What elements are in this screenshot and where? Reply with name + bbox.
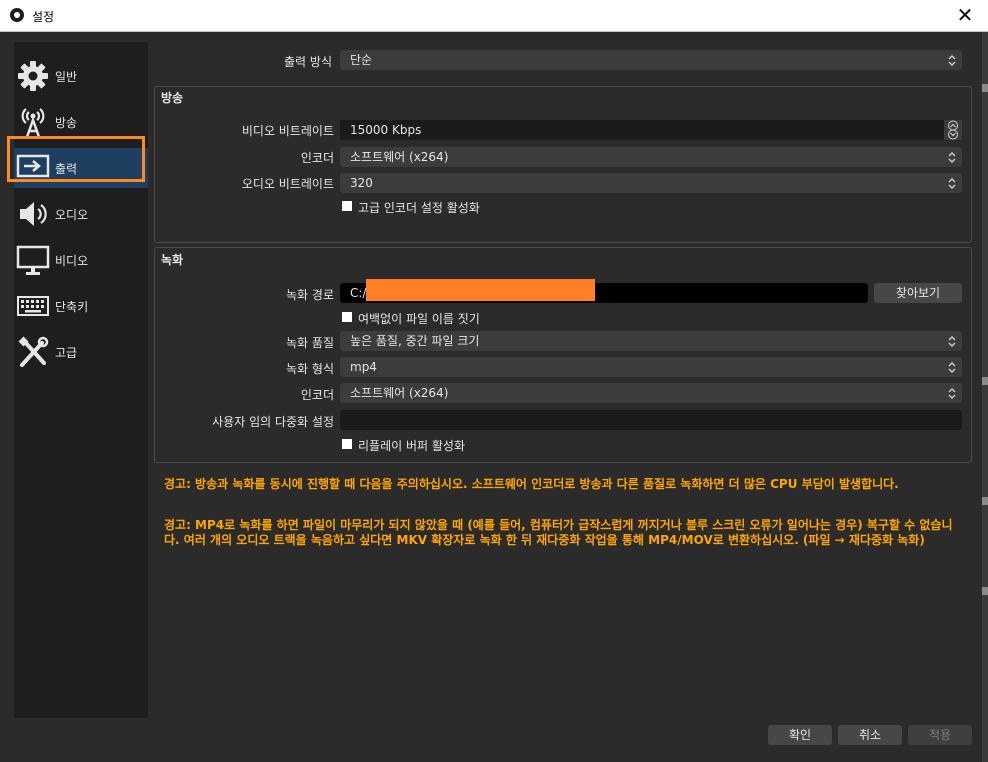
sidebar-item-label: 오디오	[55, 208, 89, 222]
stream-encoder-value: 소프트웨어 (x264)	[350, 150, 449, 164]
edge-marker	[982, 587, 988, 595]
sidebar-item-label: 방송	[55, 116, 78, 130]
sidebar-item-video[interactable]: 비디오	[14, 240, 148, 280]
sidebar-item-label: 출력	[55, 162, 78, 176]
checkbox-label: 여백없이 파일 이름 짓기	[358, 312, 480, 326]
sidebar-item-general[interactable]: 일반	[14, 56, 148, 96]
keyboard-icon	[17, 296, 49, 316]
replay-buffer-checkbox[interactable]: 리플레이 버퍼 활성화	[342, 436, 642, 454]
checkbox-label: 고급 인코더 설정 활성화	[358, 201, 480, 215]
no-space-filename-checkbox[interactable]: 여백없이 파일 이름 짓기	[342, 309, 642, 327]
chevron-updown-icon	[948, 152, 956, 163]
output-icon	[16, 154, 50, 182]
checkbox-box[interactable]	[342, 312, 352, 322]
broadcast-icon	[21, 108, 45, 138]
video-bitrate-label: 비디오 비트레이트	[241, 124, 334, 138]
streaming-group-title: 방송	[161, 91, 184, 105]
warning-text-2: 경고: MP4로 녹화를 하면 파일이 마무리가 되지 않았을 때 (예를 들어…	[164, 518, 953, 547]
edge-marker	[982, 497, 988, 505]
settings-sidebar: 일반 방송 출력 오디오 비디오 단축키 고급	[14, 42, 148, 718]
recording-quality-select[interactable]: 높은 품질, 중간 파일 크기	[340, 331, 962, 351]
monitor-icon	[16, 245, 50, 275]
apply-button[interactable]: 적용	[908, 725, 972, 745]
sidebar-item-advanced[interactable]: 고급	[14, 332, 148, 372]
custom-muxer-input[interactable]	[340, 410, 962, 430]
recording-encoder-value: 소프트웨어 (x264)	[350, 386, 449, 400]
custom-muxer-label: 사용자 임의 다중화 설정	[212, 415, 334, 429]
close-button[interactable]: ✕	[942, 0, 988, 31]
chevron-updown-icon	[948, 388, 956, 399]
sidebar-item-stream[interactable]: 방송	[14, 102, 148, 142]
audio-bitrate-select[interactable]: 320	[340, 173, 962, 193]
audio-bitrate-value: 320	[350, 176, 373, 190]
stream-encoder-select[interactable]: 소프트웨어 (x264)	[340, 147, 962, 167]
recording-group-title: 녹화	[161, 253, 184, 267]
recording-format-value: mp4	[350, 360, 377, 374]
sidebar-item-output[interactable]: 출력	[14, 148, 148, 188]
spin-arrows-icon	[948, 120, 958, 140]
recording-encoder-select[interactable]: 소프트웨어 (x264)	[340, 383, 962, 403]
recording-format-select[interactable]: mp4	[340, 357, 962, 377]
background-window-edge	[982, 32, 988, 762]
browse-button[interactable]: 찾아보기	[874, 283, 962, 303]
settings-window: 일반 방송 출력 오디오 비디오 단축키 고급 출력 방식 단순 방송 비디오 …	[0, 32, 988, 762]
output-mode-label: 출력 방식	[284, 55, 332, 69]
advanced-encoder-checkbox[interactable]: 고급 인코더 설정 활성화	[342, 198, 642, 216]
redaction-block	[366, 279, 595, 301]
recording-quality-label: 녹화 품질	[286, 336, 334, 350]
cancel-button[interactable]: 취소	[838, 725, 902, 745]
checkbox-box[interactable]	[342, 439, 352, 449]
video-bitrate-value: 15000 Kbps	[350, 123, 422, 137]
obs-logo-icon	[10, 8, 24, 22]
recording-path-value: C:/	[350, 286, 367, 300]
output-mode-select[interactable]: 단순	[340, 50, 962, 70]
recording-path-label: 녹화 경로	[286, 288, 334, 302]
video-bitrate-spinbox[interactable]: 15000 Kbps	[340, 120, 962, 140]
ok-button[interactable]: 확인	[768, 725, 832, 745]
audio-bitrate-label: 오디오 비트레이트	[241, 177, 334, 191]
speaker-icon	[20, 202, 47, 226]
warning-text-1: 경고: 방송과 녹화를 동시에 진행할 때 다음을 주의하십시오. 소프트웨어 …	[164, 477, 899, 491]
stream-encoder-label: 인코더	[300, 151, 334, 165]
tools-icon	[18, 336, 49, 367]
spin-buttons[interactable]	[944, 120, 962, 140]
sidebar-item-label: 고급	[55, 346, 78, 360]
recording-encoder-label: 인코더	[300, 388, 334, 402]
chevron-updown-icon	[948, 336, 956, 347]
title-bar: 설정 ✕	[0, 0, 988, 32]
sidebar-item-label: 비디오	[55, 254, 89, 268]
output-mode-value: 단순	[350, 53, 373, 67]
checkbox-label: 리플레이 버퍼 활성화	[358, 439, 465, 453]
gear-icon	[18, 61, 48, 91]
window-title: 설정	[32, 10, 55, 24]
edge-marker	[982, 84, 988, 92]
chevron-updown-icon	[948, 55, 956, 66]
edge-marker	[982, 377, 988, 385]
sidebar-item-audio[interactable]: 오디오	[14, 194, 148, 234]
chevron-updown-icon	[948, 178, 956, 189]
sidebar-item-label: 일반	[55, 70, 78, 84]
sidebar-item-label: 단축키	[55, 300, 89, 314]
recording-quality-value: 높은 품질, 중간 파일 크기	[350, 334, 480, 348]
sidebar-item-hotkeys[interactable]: 단축키	[14, 286, 148, 326]
checkbox-box[interactable]	[342, 201, 352, 211]
chevron-updown-icon	[948, 362, 956, 373]
recording-format-label: 녹화 형식	[286, 362, 334, 376]
